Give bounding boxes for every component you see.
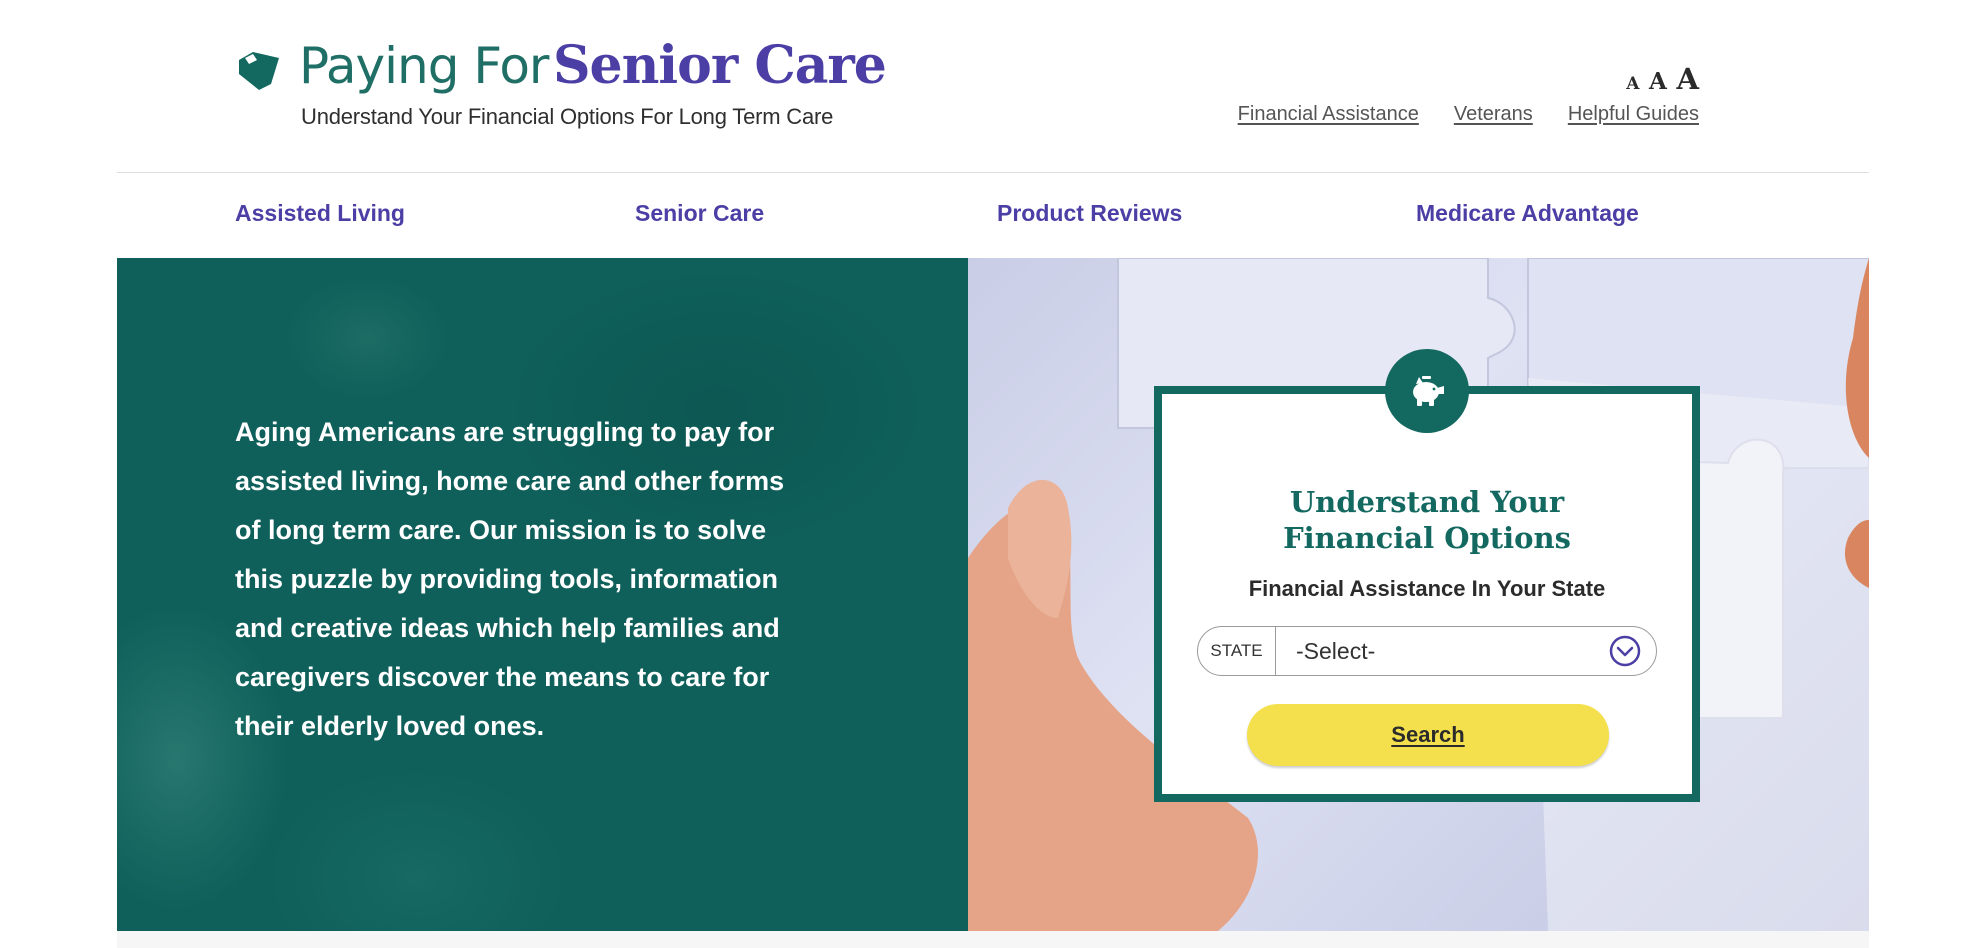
font-size-controls: A A A [1622, 62, 1699, 96]
nav-assisted-living[interactable]: Assisted Living [235, 200, 405, 227]
state-select[interactable]: STATE -Select- [1197, 626, 1657, 676]
search-button[interactable]: Search [1247, 704, 1609, 766]
font-size-large-button[interactable]: A [1676, 62, 1699, 96]
link-helpful-guides[interactable]: Helpful Guides [1568, 103, 1699, 126]
tag-heart-icon[interactable] [235, 50, 281, 92]
site-header: Paying For Senior Care Understand Your F… [117, 0, 1869, 173]
font-size-medium-button[interactable]: A [1649, 68, 1667, 95]
card-subtitle: Financial Assistance In Your State [1248, 576, 1606, 601]
card-title-line-1: Understand Your [1289, 485, 1565, 519]
site-tagline: Understand Your Financial Options For Lo… [301, 104, 834, 129]
hero-teal-panel: Aging Americans are struggling to pay fo… [117, 258, 968, 931]
utility-links: Financial Assistance Veterans Helpful Gu… [1238, 103, 1699, 126]
brand-text-light: Paying For [299, 37, 549, 95]
nav-medicare-advantage[interactable]: Medicare Advantage [1416, 200, 1639, 227]
piggy-bank-badge [1385, 349, 1469, 433]
link-financial-assistance[interactable]: Financial Assistance [1238, 103, 1419, 126]
card-title-line-2: Financial Options [1283, 521, 1571, 555]
nav-senior-care[interactable]: Senior Care [635, 200, 764, 227]
nav-product-reviews[interactable]: Product Reviews [997, 200, 1182, 227]
brand-text-bold: Senior Care [552, 35, 887, 96]
link-veterans[interactable]: Veterans [1454, 103, 1533, 126]
card-title: Understand Your Financial Options [1162, 484, 1692, 556]
state-select-value[interactable]: -Select- [1276, 638, 1608, 665]
financial-options-card: Understand Your Financial Options Financ… [1154, 386, 1700, 802]
site-logo[interactable]: Paying For Senior Care [299, 37, 887, 95]
next-section-edge [117, 931, 1869, 948]
state-select-label: STATE [1198, 627, 1276, 675]
mission-statement: Aging Americans are struggling to pay fo… [235, 417, 785, 741]
chevron-down-icon[interactable] [1608, 634, 1642, 668]
font-size-small-button[interactable]: A [1626, 74, 1639, 94]
piggy-bank-icon [1413, 376, 1444, 406]
main-nav: Assisted Living Senior Care Product Revi… [117, 174, 1869, 258]
